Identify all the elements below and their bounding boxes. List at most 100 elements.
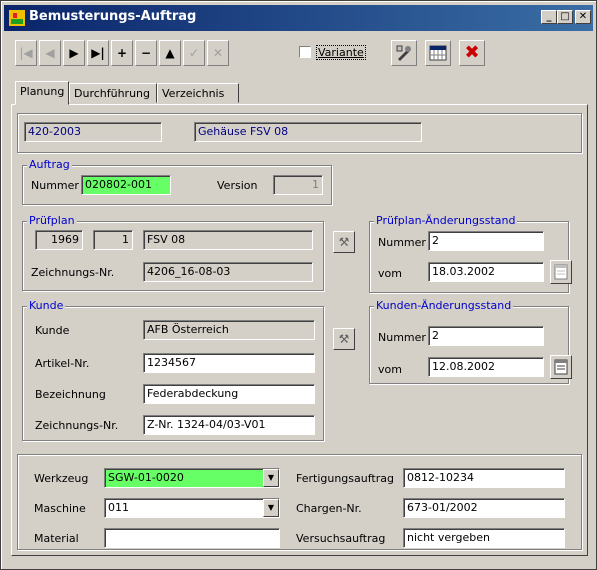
- variante-checkbox[interactable]: [299, 46, 311, 58]
- maschine-value: 011: [108, 501, 129, 514]
- pruefplan-aenderung-nummer-label: Nummer: [378, 236, 426, 249]
- minimize-icon: _: [546, 11, 552, 22]
- kunden-aenderung-legend: Kunden-Änderungsstand: [374, 299, 514, 312]
- auftrag-nummer-label: Nummer: [31, 179, 79, 192]
- version-label: Version: [217, 179, 258, 192]
- calendar-icon: [554, 264, 568, 280]
- kunde-field: AFB Österreich: [143, 320, 315, 340]
- cancel-edit-icon: ✕: [212, 46, 224, 60]
- variante-label[interactable]: Variante: [316, 45, 366, 60]
- chargen-field[interactable]: 673-01/2002: [403, 498, 565, 518]
- fertigungsauftrag-label: Fertigungsauftrag: [296, 472, 394, 485]
- first-record-button[interactable]: |◀: [15, 40, 37, 66]
- versuchsauftrag-label: Versuchsauftrag: [296, 532, 386, 545]
- maschine-combo[interactable]: 011 ▼: [104, 498, 280, 518]
- kunde-zeichnung-field[interactable]: Z-Nr. 1324-04/03-V01: [143, 415, 315, 435]
- maximize-button[interactable]: □: [557, 10, 573, 24]
- minimize-button[interactable]: _: [541, 10, 557, 24]
- werkzeug-combo[interactable]: SGW-01-0020 ▼: [104, 468, 280, 488]
- tab-verzeichnis[interactable]: Verzeichnis: [157, 83, 239, 103]
- werkzeug-label: Werkzeug: [34, 472, 89, 485]
- first-record-icon: |◀: [19, 46, 33, 60]
- auftrag-legend: Auftrag: [27, 158, 72, 171]
- confirm-edit-icon: ✓: [188, 46, 200, 60]
- edit-record-button[interactable]: ▲: [159, 40, 181, 66]
- next-record-icon: ▶: [69, 46, 79, 60]
- last-record-icon: ▶|: [91, 46, 105, 60]
- toolbar: |◀ ◀ ▶ ▶| + − ▲ ✓ ✕ Variante ✖: [13, 40, 593, 68]
- delete-record-icon: −: [140, 46, 152, 60]
- material-field[interactable]: [104, 528, 280, 548]
- planung-panel: 420-2003 Gehäuse FSV 08 Auftrag Nummer 0…: [11, 104, 588, 556]
- previous-record-button[interactable]: ◀: [39, 40, 61, 66]
- delete-button[interactable]: ✖: [459, 40, 485, 66]
- maximize-icon: □: [560, 11, 570, 22]
- order-id-field: 420-2003: [24, 122, 162, 142]
- pruefplan-lookup-button[interactable]: ⚒: [333, 231, 355, 253]
- last-record-button[interactable]: ▶|: [87, 40, 109, 66]
- title-bar[interactable]: Bemusterungs-Auftrag _ □ ✕: [4, 5, 593, 31]
- tab-planung[interactable]: Planung: [15, 81, 69, 105]
- edit-record-icon: ▲: [165, 46, 175, 60]
- delete-record-button[interactable]: −: [135, 40, 157, 66]
- pruefplan-aenderung-vom-field[interactable]: 18.03.2002: [428, 262, 544, 282]
- calendar-icon: [554, 359, 568, 375]
- app-icon: [9, 10, 25, 26]
- add-record-icon: +: [116, 46, 128, 60]
- maschine-label: Maschine: [34, 502, 86, 515]
- tools-button[interactable]: [391, 40, 417, 66]
- auftrag-nummer-field[interactable]: 020802-001: [81, 175, 171, 195]
- pruefplan-aenderung-vom-label: vom: [378, 267, 402, 280]
- previous-record-icon: ◀: [45, 46, 55, 60]
- fertigung-group: Werkzeug SGW-01-0020 ▼ Maschine 011 ▼ Ma…: [17, 454, 582, 550]
- pruefplan-aenderung-legend: Prüfplan-Änderungsstand: [374, 214, 518, 227]
- versuchsauftrag-field[interactable]: nicht vergeben: [403, 528, 565, 548]
- window-title: Bemusterungs-Auftrag: [29, 9, 197, 24]
- kunde-lookup-button[interactable]: ⚒: [333, 328, 355, 350]
- chargen-label: Chargen-Nr.: [296, 502, 362, 515]
- tab-durchfuehrung[interactable]: Durchführung: [69, 83, 157, 103]
- kunde-group: Kunde Kunde AFB Österreich Artikel-Nr. 1…: [22, 299, 324, 441]
- fertigungsauftrag-field[interactable]: 0812-10234: [403, 468, 565, 488]
- pruefplan-legend: Prüfplan: [27, 214, 77, 227]
- pruefplan-zeichnung-field: 4206_16-08-03: [143, 262, 313, 282]
- add-record-button[interactable]: +: [111, 40, 133, 66]
- material-label: Material: [34, 532, 79, 545]
- pruefplan-name-field: FSV 08: [143, 230, 313, 250]
- pruefplan-id1-field: 1969: [35, 230, 83, 250]
- pruefplan-date-button[interactable]: [550, 260, 572, 284]
- chevron-down-icon: ▼: [267, 503, 275, 512]
- bezeichnung-field[interactable]: Federabdeckung: [143, 384, 315, 404]
- wrench-icon: ⚒: [338, 235, 350, 249]
- next-record-button[interactable]: ▶: [63, 40, 85, 66]
- close-icon: ✕: [578, 11, 588, 22]
- werkzeug-dropdown-button[interactable]: ▼: [263, 469, 279, 487]
- maschine-dropdown-button[interactable]: ▼: [263, 499, 279, 517]
- kunden-aenderung-vom-label: vom: [378, 363, 402, 376]
- pruefplan-group: Prüfplan 1969 1 FSV 08 Zeichnungs-Nr. 42…: [22, 214, 324, 291]
- confirm-edit-button[interactable]: ✓: [183, 40, 205, 66]
- pruefplan-zeichnung-label: Zeichnungs-Nr.: [31, 266, 115, 279]
- chevron-down-icon: ▼: [267, 473, 275, 482]
- kunden-date-button[interactable]: [550, 355, 572, 379]
- red-x-icon: ✖: [464, 42, 480, 63]
- calendar-button[interactable]: [425, 40, 451, 66]
- artikel-field[interactable]: 1234567: [143, 353, 315, 373]
- close-window-button[interactable]: ✕: [575, 10, 591, 24]
- kunden-aenderung-vom-field[interactable]: 12.08.2002: [428, 357, 544, 377]
- version-field: 1: [273, 175, 323, 195]
- pruefplan-aenderung-group: Prüfplan-Änderungsstand Nummer 2 vom 18.…: [369, 214, 572, 293]
- pruefplan-aenderung-nummer-field[interactable]: 2: [428, 231, 544, 251]
- kunden-aenderung-group: Kunden-Änderungsstand Nummer 2 vom 12.08…: [369, 299, 572, 384]
- kunde-zeichnung-label: Zeichnungs-Nr.: [35, 419, 119, 432]
- calendar-icon: [429, 45, 447, 61]
- pruefplan-id2-field: 1: [93, 230, 133, 250]
- kunde-legend: Kunde: [27, 299, 66, 312]
- bezeichnung-label: Bezeichnung: [35, 388, 106, 401]
- kunde-label: Kunde: [35, 324, 70, 337]
- description-field: Gehäuse FSV 08: [194, 122, 422, 142]
- cancel-edit-button[interactable]: ✕: [207, 40, 229, 66]
- auftrag-group: Auftrag Nummer 020802-001 Version 1: [22, 158, 332, 205]
- wrench-icon: [396, 45, 411, 61]
- kunden-aenderung-nummer-field[interactable]: 2: [428, 326, 544, 346]
